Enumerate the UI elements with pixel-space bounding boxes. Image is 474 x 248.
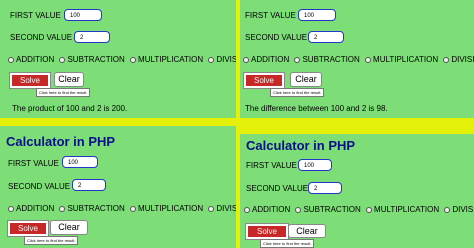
- radio-dot-icon: [366, 206, 373, 213]
- radio-multiplication[interactable]: MULTIPLICATION: [130, 55, 203, 64]
- radio-dot-icon: [444, 206, 451, 213]
- clear-button[interactable]: Clear: [290, 72, 322, 87]
- second-value-input[interactable]: 2: [308, 182, 342, 194]
- first-value-input[interactable]: 100: [64, 9, 102, 21]
- radio-dot-icon: [8, 56, 14, 63]
- app-title: Calculator in PHP: [246, 138, 356, 153]
- radio-dot-icon: [443, 56, 450, 63]
- radio-subtraction[interactable]: SUBTRACTION: [295, 205, 361, 214]
- calculator-panel-bottom-left: Calculator in PHP FIRST VALUE 100 SECOND…: [0, 126, 236, 248]
- radio-addition[interactable]: ADDITION: [243, 55, 289, 64]
- radio-dot-icon: [243, 56, 249, 63]
- result-text: The product of 100 and 2 is 200.: [12, 104, 128, 113]
- solve-button[interactable]: Solve: [244, 73, 284, 88]
- radio-dot-icon: [295, 206, 302, 213]
- operation-radio-group: ADDITION SUBTRACTION MULTIPLICATION DIVI…: [243, 55, 474, 64]
- app-title: Calculator in PHP: [6, 134, 116, 149]
- radio-dot-icon: [130, 56, 137, 63]
- radio-division[interactable]: DIVISION: [208, 55, 236, 64]
- radio-dot-icon: [244, 206, 250, 213]
- result-text: The difference between 100 and 2 is 98.: [245, 104, 388, 113]
- radio-dot-icon: [294, 56, 301, 63]
- first-value-label: FIRST VALUE: [10, 11, 61, 20]
- first-value-input[interactable]: 100: [62, 156, 98, 168]
- first-value-label: FIRST VALUE: [246, 161, 297, 170]
- radio-addition[interactable]: ADDITION: [244, 205, 290, 214]
- radio-addition[interactable]: ADDITION: [8, 55, 54, 64]
- clear-button[interactable]: Clear: [50, 220, 88, 235]
- second-value-input[interactable]: 2: [72, 179, 106, 191]
- clear-button[interactable]: Clear: [54, 72, 84, 87]
- operation-radio-group: ADDITION SUBTRACTION MULTIPLICATION DIVI…: [244, 205, 474, 214]
- second-value-label: SECOND VALUE: [246, 184, 309, 193]
- radio-subtraction[interactable]: SUBTRACTION: [294, 55, 360, 64]
- second-value-input[interactable]: 2: [74, 31, 110, 43]
- second-value-input[interactable]: 2: [308, 31, 344, 43]
- solve-button[interactable]: Solve: [10, 73, 50, 88]
- second-value-label: SECOND VALUE: [245, 33, 308, 42]
- radio-subtraction[interactable]: SUBTRACTION: [59, 204, 125, 213]
- solve-tooltip: Click here to find the result.: [270, 88, 325, 97]
- solve-tooltip: Click here to find the result.: [24, 236, 79, 245]
- radio-division[interactable]: DIVISION: [208, 204, 236, 213]
- calculator-panel-bottom-right: Calculator in PHP FIRST VALUE 100 SECOND…: [240, 134, 474, 248]
- radio-dot-icon: [130, 205, 137, 212]
- radio-division[interactable]: DIVISION: [444, 205, 474, 214]
- radio-division[interactable]: DIVISION: [443, 55, 474, 64]
- second-value-label: SECOND VALUE: [10, 33, 73, 42]
- solve-tooltip: Click here to find the result.: [36, 88, 91, 97]
- second-value-label: SECOND VALUE: [8, 182, 71, 191]
- clear-button[interactable]: Clear: [288, 224, 326, 238]
- radio-dot-icon: [59, 56, 66, 63]
- solve-button[interactable]: Solve: [8, 221, 48, 236]
- radio-multiplication[interactable]: MULTIPLICATION: [365, 55, 438, 64]
- solve-button[interactable]: Solve: [246, 224, 288, 239]
- radio-multiplication[interactable]: MULTIPLICATION: [366, 205, 439, 214]
- first-value-label: FIRST VALUE: [8, 159, 59, 168]
- calculator-panel-top-left: FIRST VALUE 100 SECOND VALUE 2 ADDITION …: [0, 0, 236, 118]
- radio-dot-icon: [208, 205, 215, 212]
- calculator-panel-top-right: FIRST VALUE 100 SECOND VALUE 2 ADDITION …: [240, 0, 474, 118]
- first-value-input[interactable]: 100: [298, 159, 332, 171]
- radio-dot-icon: [59, 205, 66, 212]
- radio-dot-icon: [208, 56, 215, 63]
- solve-tooltip: Click here to find the result.: [260, 239, 315, 248]
- operation-radio-group: ADDITION SUBTRACTION MULTIPLICATION DIVI…: [8, 204, 236, 213]
- radio-dot-icon: [8, 205, 14, 212]
- radio-multiplication[interactable]: MULTIPLICATION: [130, 204, 203, 213]
- first-value-label: FIRST VALUE: [245, 11, 296, 20]
- radio-subtraction[interactable]: SUBTRACTION: [59, 55, 125, 64]
- operation-radio-group: ADDITION SUBTRACTION MULTIPLICATION DIVI…: [8, 55, 236, 64]
- radio-addition[interactable]: ADDITION: [8, 204, 54, 213]
- radio-dot-icon: [365, 56, 372, 63]
- first-value-input[interactable]: 100: [298, 9, 336, 21]
